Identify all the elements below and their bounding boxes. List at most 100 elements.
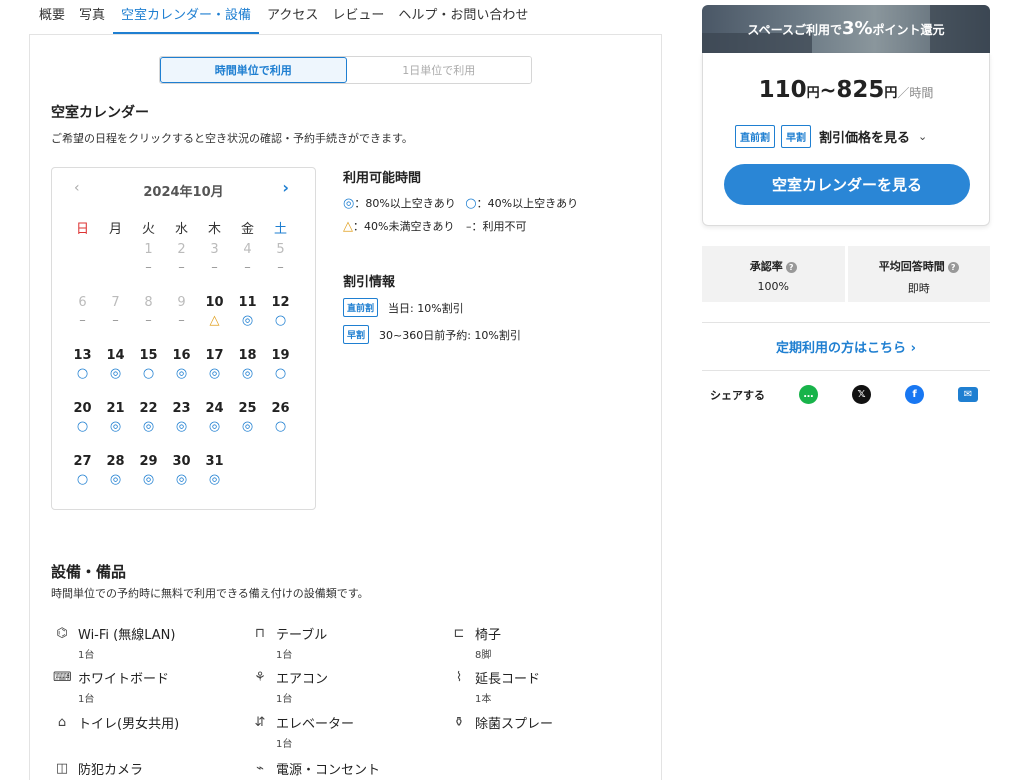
tab-calendar-equipment[interactable]: 空室カレンダー・設備 [113, 0, 260, 34]
availability-mark: – [178, 313, 185, 328]
disinfectant-spray-icon: ⚱ [453, 715, 465, 730]
tab-help-contact[interactable]: ヘルプ・お問い合わせ [398, 0, 528, 34]
calendar-day[interactable]: 13 ○ [66, 347, 99, 397]
calendar-day: 1– [132, 241, 165, 291]
discount-price-toggle[interactable]: 直前割 早割 割引価格を見る ⌄ [735, 125, 927, 148]
calendar-day[interactable]: 25 ◎ [231, 400, 264, 450]
equipment-item: ⚱ 除菌スプレー [450, 713, 553, 732]
day-number: 2 [177, 242, 186, 257]
calendar-day: 8– [132, 294, 165, 344]
calendar-day[interactable]: 11 ◎ [231, 294, 264, 344]
calendar-day[interactable]: 19 ○ [264, 347, 297, 397]
legend-row: ◎：80%以上空きあり ○：40%以上空きあり [343, 195, 578, 211]
discount-row: 早割 30~360日前予約: 10%割引 [343, 325, 521, 344]
discount-text: 当日: 10%割引 [388, 301, 464, 315]
calendar-day[interactable]: 16 ◎ [165, 347, 198, 397]
tab-reviews[interactable]: レビュー [332, 0, 384, 34]
availability-mark: ◎ [208, 419, 221, 434]
price-min: 110 [758, 77, 807, 103]
day-number: 26 [271, 401, 290, 416]
calendar-day[interactable]: 23 ◎ [165, 400, 198, 450]
extension-cord-icon: ⌇ [455, 670, 463, 685]
availability-mark [231, 471, 264, 489]
calendar-week: 13 ○ 14 ◎ 15 ○ 16 ◎ 17 ◎ 18 ◎ 19 ○ [66, 347, 306, 397]
availability-mark: ◎ [241, 313, 254, 328]
calendar-day[interactable]: 31 ◎ [198, 453, 231, 503]
calendar-month: 2024年10月 [143, 185, 224, 200]
divider [702, 322, 990, 323]
regular-use-link[interactable]: 定期利用の方はこちら › [702, 337, 990, 356]
day-number: 12 [271, 295, 290, 310]
daily-mode-button[interactable]: 1日単位で利用 [346, 57, 531, 83]
approval-rate-stat: 承認率? 100% [702, 246, 845, 302]
promo-post: ポイント還元 [872, 23, 945, 37]
legend-text: ：80%以上空きあり [354, 197, 456, 210]
calendar-day[interactable]: 27 ○ [66, 453, 99, 503]
chevron-down-icon: ⌄ [918, 130, 928, 143]
equipment-item: ⊓ テーブル 1台 [251, 624, 327, 661]
calendar-day[interactable]: 26 ○ [264, 400, 297, 450]
availability-mark [99, 259, 132, 277]
stat-value: 100% [757, 280, 789, 293]
day-number: 31 [205, 454, 224, 469]
equipment-name: ホワイトボード [78, 672, 170, 687]
day-number: 3 [210, 242, 219, 257]
availability-mark: ○ [76, 366, 89, 381]
help-icon[interactable]: ? [785, 261, 797, 273]
tab-access[interactable]: アクセス [267, 0, 318, 34]
day-number: 18 [238, 348, 257, 363]
availability-mark: – [244, 260, 251, 275]
tab-photos[interactable]: 写真 [79, 0, 105, 34]
availability-mark: ◎ [142, 472, 155, 487]
availability-mark: – [112, 313, 119, 328]
calendar-day[interactable]: 14 ◎ [99, 347, 132, 397]
mail-share-icon[interactable]: ✉ [958, 387, 978, 402]
calendar-empty-cell [66, 241, 99, 291]
view-calendar-button[interactable]: 空室カレンダーを見る [724, 164, 970, 205]
x-share-icon[interactable]: 𝕏 [852, 385, 871, 404]
section-tabs: 概要 写真 空室カレンダー・設備 アクセス レビュー ヘルプ・お問い合わせ [29, 0, 662, 35]
calendar-day[interactable]: 10 △ [198, 294, 231, 344]
line-share-icon[interactable]: … [799, 385, 818, 404]
tab-overview[interactable]: 概要 [39, 0, 65, 34]
facebook-share-icon[interactable]: f [905, 385, 924, 404]
calendar-day[interactable]: 30 ◎ [165, 453, 198, 503]
day-number: 9 [177, 295, 186, 310]
hourly-mode-button[interactable]: 時間単位で利用 [160, 57, 347, 83]
equipment-qty: 1台 [276, 739, 293, 750]
day-number: 11 [238, 295, 257, 310]
day-number: 23 [172, 401, 191, 416]
day-number: 30 [172, 454, 191, 469]
calendar-day[interactable]: 17 ◎ [198, 347, 231, 397]
calendar-day[interactable]: 18 ◎ [231, 347, 264, 397]
points-promo-banner[interactable]: スペースご利用で3%ポイント還元 [702, 5, 990, 53]
calendar-day[interactable]: 28 ◎ [99, 453, 132, 503]
calendar-day[interactable]: 20 ○ [66, 400, 99, 450]
day-number: 19 [271, 348, 290, 363]
calendar-day[interactable]: 29 ◎ [132, 453, 165, 503]
share-label: シェアする [710, 388, 765, 402]
equipment-item: ⌨ ホワイトボード 1台 [53, 668, 169, 705]
equipment-item: ⌂ トイレ(男女共用) [53, 713, 179, 732]
day-number: 15 [139, 348, 158, 363]
weekday-label: 水 [174, 222, 188, 237]
calendar-section-title: 空室カレンダー [51, 105, 149, 121]
calendar-day[interactable]: 22 ◎ [132, 400, 165, 450]
availability-mark: ◎ [241, 419, 254, 434]
day-number: 14 [106, 348, 125, 363]
availability-mark: ◎ [109, 472, 122, 487]
equipment-name: エアコン [276, 672, 329, 687]
weekday-label: 火 [141, 222, 155, 237]
help-icon[interactable]: ? [947, 261, 959, 273]
stat-label: 平均回答時間 [878, 260, 945, 273]
calendar-day[interactable]: 21 ◎ [99, 400, 132, 450]
calendar-day[interactable]: 12 ○ [264, 294, 297, 344]
equipment-name: 椅子 [475, 628, 502, 643]
double-circle-icon: ◎ [343, 196, 355, 211]
calendar-day[interactable]: 24 ◎ [198, 400, 231, 450]
availability-mark: ○ [142, 366, 155, 381]
next-month-icon[interactable]: › [282, 178, 289, 197]
legend-text: ：利用不可 [471, 220, 527, 233]
equipment-name: 除菌スプレー [475, 717, 554, 732]
calendar-day[interactable]: 15 ○ [132, 347, 165, 397]
